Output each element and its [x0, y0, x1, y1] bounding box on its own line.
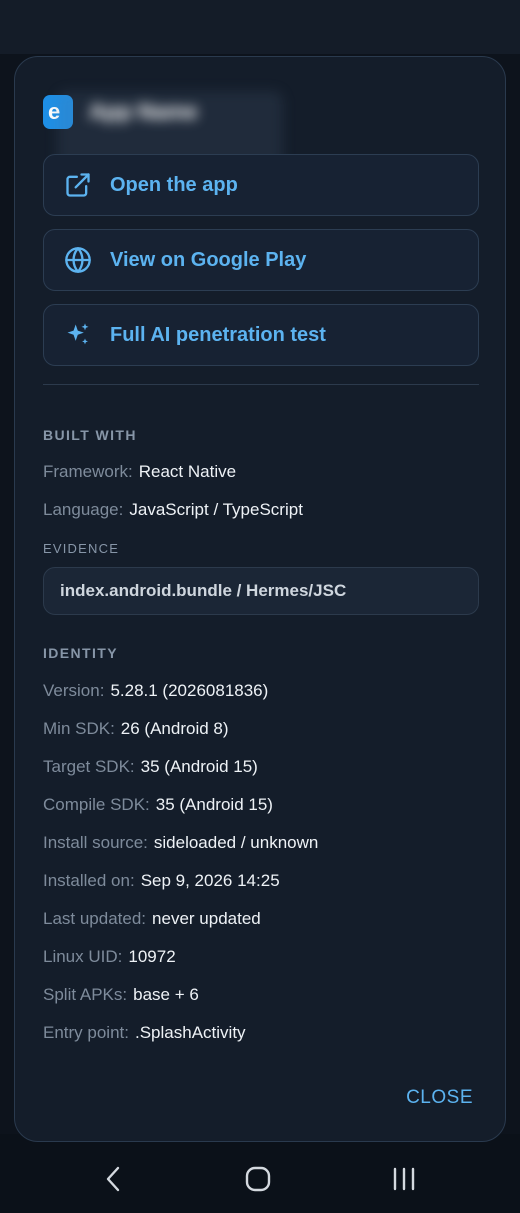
back-button[interactable] — [94, 1164, 134, 1194]
row-value: 26 (Android 8) — [120, 719, 229, 738]
close-button[interactable]: CLOSE — [406, 1087, 473, 1109]
row-key: Install source: — [43, 833, 148, 852]
open-app-label: Open the app — [110, 173, 238, 196]
language-row: Language: JavaScript / TypeScript — [43, 500, 303, 520]
home-icon — [245, 1166, 271, 1192]
identity-heading: IDENTITY — [43, 645, 118, 661]
row-key: Min SDK: — [43, 719, 115, 738]
status-bar-area — [0, 0, 520, 54]
view-google-play-button[interactable]: View on Google Play — [43, 229, 479, 291]
identity-row-compile-sdk: Compile SDK: 35 (Android 15) — [43, 795, 273, 815]
row-value: sideloaded / unknown — [153, 833, 319, 852]
divider — [43, 384, 479, 385]
row-value: base + 6 — [133, 985, 199, 1004]
ai-pentest-button[interactable]: Full AI penetration test — [43, 304, 479, 366]
identity-row-min-sdk: Min SDK: 26 (Android 8) — [43, 719, 229, 739]
identity-row-target-sdk: Target SDK: 35 (Android 15) — [43, 757, 258, 777]
row-key: Entry point: — [43, 1023, 129, 1042]
row-value: 10972 — [128, 947, 176, 966]
home-button[interactable] — [238, 1164, 278, 1194]
identity-row-split-apks: Split APKs: base + 6 — [43, 985, 199, 1005]
framework-row: Framework: React Native — [43, 462, 236, 482]
row-key: Linux UID: — [43, 947, 123, 966]
identity-row-version: Version: 5.28.1 (2026081836) — [43, 681, 268, 701]
language-value: JavaScript / TypeScript — [129, 500, 303, 519]
identity-row-linux-uid: Linux UID: 10972 — [43, 947, 176, 967]
evidence-value: index.android.bundle / Hermes/JSC — [60, 581, 347, 600]
row-key: Split APKs: — [43, 985, 128, 1004]
recents-button[interactable] — [384, 1164, 424, 1194]
row-key: Target SDK: — [43, 757, 135, 776]
open-app-button[interactable]: Open the app — [43, 154, 479, 216]
evidence-heading: EVIDENCE — [43, 541, 120, 556]
row-value: 35 (Android 15) — [140, 757, 258, 776]
recents-icon — [393, 1167, 415, 1191]
evidence-box: index.android.bundle / Hermes/JSC — [43, 567, 479, 615]
app-name: App Name — [89, 99, 198, 124]
row-value: never updated — [152, 909, 261, 928]
back-chevron-icon — [106, 1166, 120, 1192]
row-key: Compile SDK: — [43, 795, 150, 814]
sparkle-icon — [67, 323, 89, 345]
identity-row-install-source: Install source: sideloaded / unknown — [43, 833, 318, 853]
identity-row-installed-on: Installed on: Sep 9, 2026 14:25 — [43, 871, 280, 891]
language-key: Language: — [43, 500, 124, 519]
row-key: Installed on: — [43, 871, 135, 890]
framework-key: Framework: — [43, 462, 133, 481]
built-with-heading: BUILT WITH — [43, 427, 137, 443]
view-google-play-label: View on Google Play — [110, 248, 307, 271]
row-value: .SplashActivity — [135, 1023, 246, 1042]
ai-pentest-label: Full AI penetration test — [110, 323, 326, 346]
identity-row-last-updated: Last updated: never updated — [43, 909, 261, 929]
identity-row-entry-point: Entry point: .SplashActivity — [43, 1023, 246, 1043]
row-value: Sep 9, 2026 14:25 — [140, 871, 280, 890]
framework-value: React Native — [138, 462, 237, 481]
open-external-icon — [66, 173, 90, 197]
app-details-dialog: e App Name Open the app View on Google P… — [14, 56, 506, 1142]
row-value: 5.28.1 (2026081836) — [110, 681, 269, 700]
globe-icon — [65, 247, 91, 273]
navigation-bar — [0, 1142, 520, 1213]
row-value: 35 (Android 15) — [155, 795, 273, 814]
row-key: Last updated: — [43, 909, 147, 928]
row-key: Version: — [43, 681, 105, 700]
